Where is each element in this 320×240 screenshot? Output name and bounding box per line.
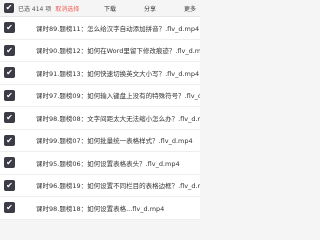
cancel-selection-link[interactable]: 取消选择 xyxy=(55,4,79,13)
list-item[interactable]: ✔ 课时96.题榜19：如何设置不同栏目的表格边框？.flv_d.mp4 xyxy=(0,174,200,197)
item-checkbox[interactable]: ✔ xyxy=(4,202,15,214)
download-button[interactable]: 下载 xyxy=(104,4,116,13)
file-list: ✔ 课时89.题榜11：怎么给汉字自动添加拼音？.flv_d.mp4 ✔ 课时9… xyxy=(0,17,200,220)
list-item[interactable]: ✔ 课时95.题榜06：如何设置表格表头？.flv_d.mp4 xyxy=(0,152,200,175)
select-all-checkbox[interactable]: ✔ xyxy=(4,3,14,13)
file-name: 课时90.题榜12：如何在Word里留下修改痕迹？.flv_d.mp4 xyxy=(36,47,200,56)
file-name: 课时97.题榜09：如何输入键盘上没有的特殊符号？.flv_d.mp4 xyxy=(36,92,200,101)
item-checkbox[interactable]: ✔ xyxy=(4,179,15,191)
file-name: 课时98.题榜08：文字间距太大无法缩小怎么办？.flv_d.mp4 xyxy=(36,114,200,123)
selection-toolbar: ✔ 已选 414 项 取消选择 下载 分享 更多 xyxy=(0,0,200,17)
file-name: 课时89.题榜11：怎么给汉字自动添加拼音？.flv_d.mp4 xyxy=(36,24,200,33)
file-name: 课时95.题榜06：如何设置表格表头？.flv_d.mp4 xyxy=(36,159,180,168)
list-item[interactable]: ✔ 课时91.题榜13：如何快速切换英文大小写？.flv_d.mp4 xyxy=(0,62,200,85)
list-item[interactable]: ✔ 课时98.题榜18：如何设置表格...flv_d.mp4 xyxy=(0,197,200,220)
share-button[interactable]: 分享 xyxy=(144,4,156,13)
file-name: 课时96.题榜19：如何设置不同栏目的表格边框？.flv_d.mp4 xyxy=(36,182,200,191)
more-button[interactable]: 更多 xyxy=(184,4,196,13)
item-checkbox[interactable]: ✔ xyxy=(4,112,15,124)
list-item[interactable]: ✔ 课时99.题榜07：如何批量统一表格样式？.flv_d.mp4 xyxy=(0,129,200,152)
toolbar-actions: 下载 分享 更多 xyxy=(104,0,224,17)
file-name: 课时91.题榜13：如何快速切换英文大小写？.flv_d.mp4 xyxy=(36,69,200,78)
item-checkbox[interactable]: ✔ xyxy=(4,44,15,56)
file-name: 课时99.题榜07：如何批量统一表格样式？.flv_d.mp4 xyxy=(36,137,193,146)
list-item[interactable]: ✔ 课时97.题榜09：如何输入键盘上没有的特殊符号？.flv_d.mp4 xyxy=(0,84,200,107)
item-checkbox[interactable]: ✔ xyxy=(4,157,15,169)
selected-count: 已选 414 项 xyxy=(18,5,52,13)
item-checkbox[interactable]: ✔ xyxy=(4,67,15,79)
item-checkbox[interactable]: ✔ xyxy=(4,89,15,101)
item-checkbox[interactable]: ✔ xyxy=(4,134,15,146)
list-item[interactable]: ✔ 课时89.题榜11：怎么给汉字自动添加拼音？.flv_d.mp4 xyxy=(0,17,200,40)
list-item[interactable]: ✔ 课时90.题榜12：如何在Word里留下修改痕迹？.flv_d.mp4 xyxy=(0,39,200,62)
file-name: 课时98.题榜18：如何设置表格...flv_d.mp4 xyxy=(36,204,165,213)
list-item[interactable]: ✔ 课时98.题榜08：文字间距太大无法缩小怎么办？.flv_d.mp4 xyxy=(0,107,200,130)
item-checkbox[interactable]: ✔ xyxy=(4,22,15,34)
